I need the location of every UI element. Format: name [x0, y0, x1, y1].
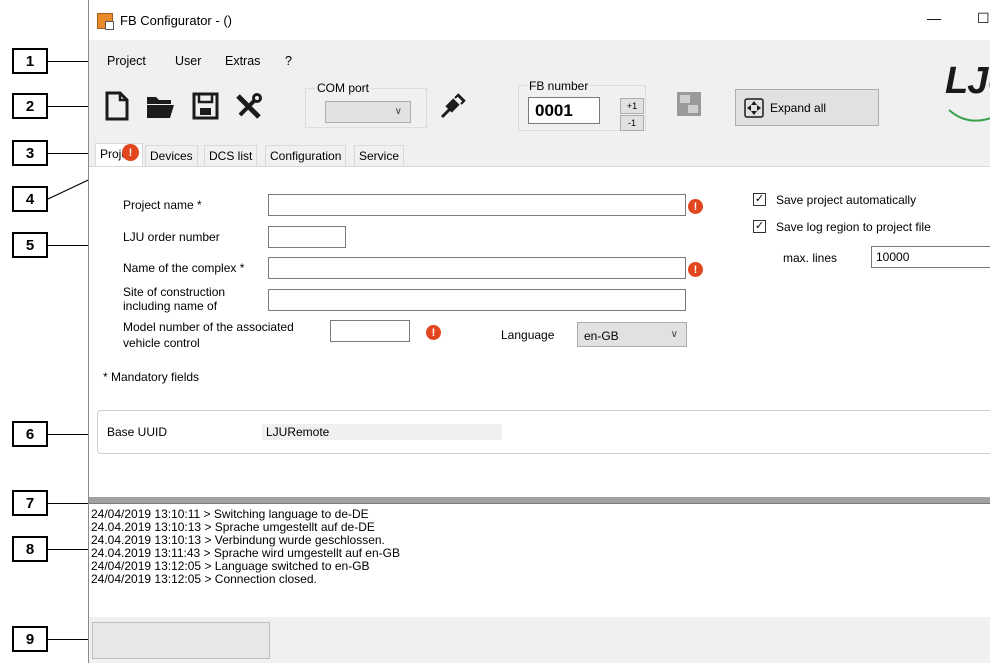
callout-label-8: 8	[12, 536, 48, 562]
status-panel	[92, 622, 270, 659]
expand-all-label: Expand all	[770, 101, 827, 115]
save-project-button[interactable]	[190, 90, 220, 122]
callout-label-3: 3	[12, 140, 48, 166]
menu-extras[interactable]: Extras	[225, 54, 260, 68]
app-icon	[97, 13, 114, 30]
callout-label-9: 9	[12, 626, 48, 652]
fb-number-field[interactable]: 0001	[528, 97, 600, 124]
save-auto-checkbox[interactable]: ✓	[753, 193, 766, 206]
expand-arrows-icon	[744, 98, 764, 118]
fb-number-title: FB number	[527, 79, 591, 93]
open-folder-icon	[147, 97, 174, 118]
callout-label-4: 4	[12, 186, 48, 212]
maximize-button[interactable]: ☐	[977, 10, 990, 27]
callout-leader-7	[48, 503, 92, 504]
tab-devices[interactable]: Devices	[145, 145, 198, 166]
project-name-error-icon: !	[688, 199, 703, 214]
title-bar: FB Configurator - () — ☐	[89, 0, 990, 40]
max-lines-label: max. lines	[783, 251, 838, 265]
com-port-title: COM port	[315, 81, 372, 95]
complex-name-field[interactable]	[268, 257, 686, 279]
complex-name-label: Name of the complex *	[123, 261, 245, 275]
callout-label-2: 2	[12, 93, 48, 119]
chevron-down-icon: ∨	[670, 329, 678, 340]
site-field[interactable]	[268, 289, 686, 311]
tab-configuration[interactable]: Configuration	[265, 145, 347, 166]
new-project-button[interactable]	[102, 90, 132, 122]
save-log-label: Save log region to project file	[776, 220, 931, 234]
model-label-line2: vehicle control	[123, 336, 200, 350]
model-number-error-icon: !	[426, 325, 441, 340]
settings-tools-button[interactable]	[232, 90, 262, 122]
company-logo: LJU	[945, 60, 990, 102]
connect-button[interactable]	[437, 88, 471, 122]
order-number-field[interactable]	[268, 226, 346, 248]
save-log-checkbox[interactable]: ✓	[753, 220, 766, 233]
fb-number-increment-button[interactable]: +1	[620, 98, 644, 114]
callout-label-1: 1	[12, 48, 48, 74]
expand-all-button[interactable]: Expand all	[735, 89, 879, 126]
model-label-line1: Model number of the associated	[123, 320, 294, 334]
base-uuid-label: Base UUID	[107, 425, 168, 439]
project-name-field[interactable]	[268, 194, 686, 216]
language-label: Language	[501, 328, 555, 342]
project-name-label: Project name *	[123, 198, 202, 212]
logo-swoosh	[948, 109, 990, 122]
callout-label-6: 6	[12, 421, 48, 447]
tab-service[interactable]: Service	[354, 145, 405, 166]
new-file-icon	[105, 91, 129, 121]
model-number-field[interactable]	[330, 320, 410, 342]
transfer-icon	[677, 92, 701, 116]
log-panel[interactable]: 24/04/2019 13:10:11 > Switching language…	[89, 503, 990, 617]
minimize-button[interactable]: —	[927, 10, 941, 26]
language-select[interactable]: en-GB ∨	[577, 322, 687, 347]
callout-leader-9	[48, 639, 92, 640]
site-label-line1: Site of construction	[123, 285, 226, 299]
base-uuid-value: LJURemote	[262, 424, 502, 440]
window-title: FB Configurator - ()	[120, 13, 232, 28]
app-window: FB Configurator - () — ☐ Project User Ex…	[88, 0, 990, 663]
callout-leader-8	[48, 549, 92, 550]
chevron-down-icon: ∨	[394, 106, 402, 117]
tab-error-icon: !	[122, 144, 139, 161]
max-lines-field[interactable]: 10000	[871, 246, 990, 268]
open-project-button[interactable]	[144, 90, 174, 122]
menu-user[interactable]: User	[175, 54, 201, 68]
order-number-label: LJU order number	[123, 230, 220, 244]
save-auto-label: Save project automatically	[776, 193, 917, 207]
transfer-button[interactable]	[674, 89, 704, 119]
menu-bar: Project User Extras ?	[89, 40, 990, 80]
log-line: 24/04/2019 13:12:05 > Connection closed.	[91, 572, 317, 586]
callout-label-5: 5	[12, 232, 48, 258]
save-icon	[192, 92, 219, 120]
menu-project[interactable]: Project	[107, 54, 146, 68]
menu-help[interactable]: ?	[285, 54, 292, 68]
complex-name-error-icon: !	[688, 262, 703, 277]
fb-number-decrement-button[interactable]: -1	[620, 115, 644, 131]
tab-dcs-list[interactable]: DCS list	[204, 145, 258, 166]
mandatory-fields-note: * Mandatory fields	[103, 370, 200, 384]
language-value: en-GB	[584, 329, 619, 343]
base-uuid-group: Base UUID LJURemote	[97, 410, 990, 454]
callout-label-7: 7	[12, 490, 48, 516]
site-label-line2: including name of	[123, 299, 218, 313]
plug-connect-icon	[440, 93, 466, 119]
status-bar	[89, 617, 990, 663]
com-port-select[interactable]: ∨	[325, 101, 411, 123]
tools-icon	[236, 93, 262, 119]
